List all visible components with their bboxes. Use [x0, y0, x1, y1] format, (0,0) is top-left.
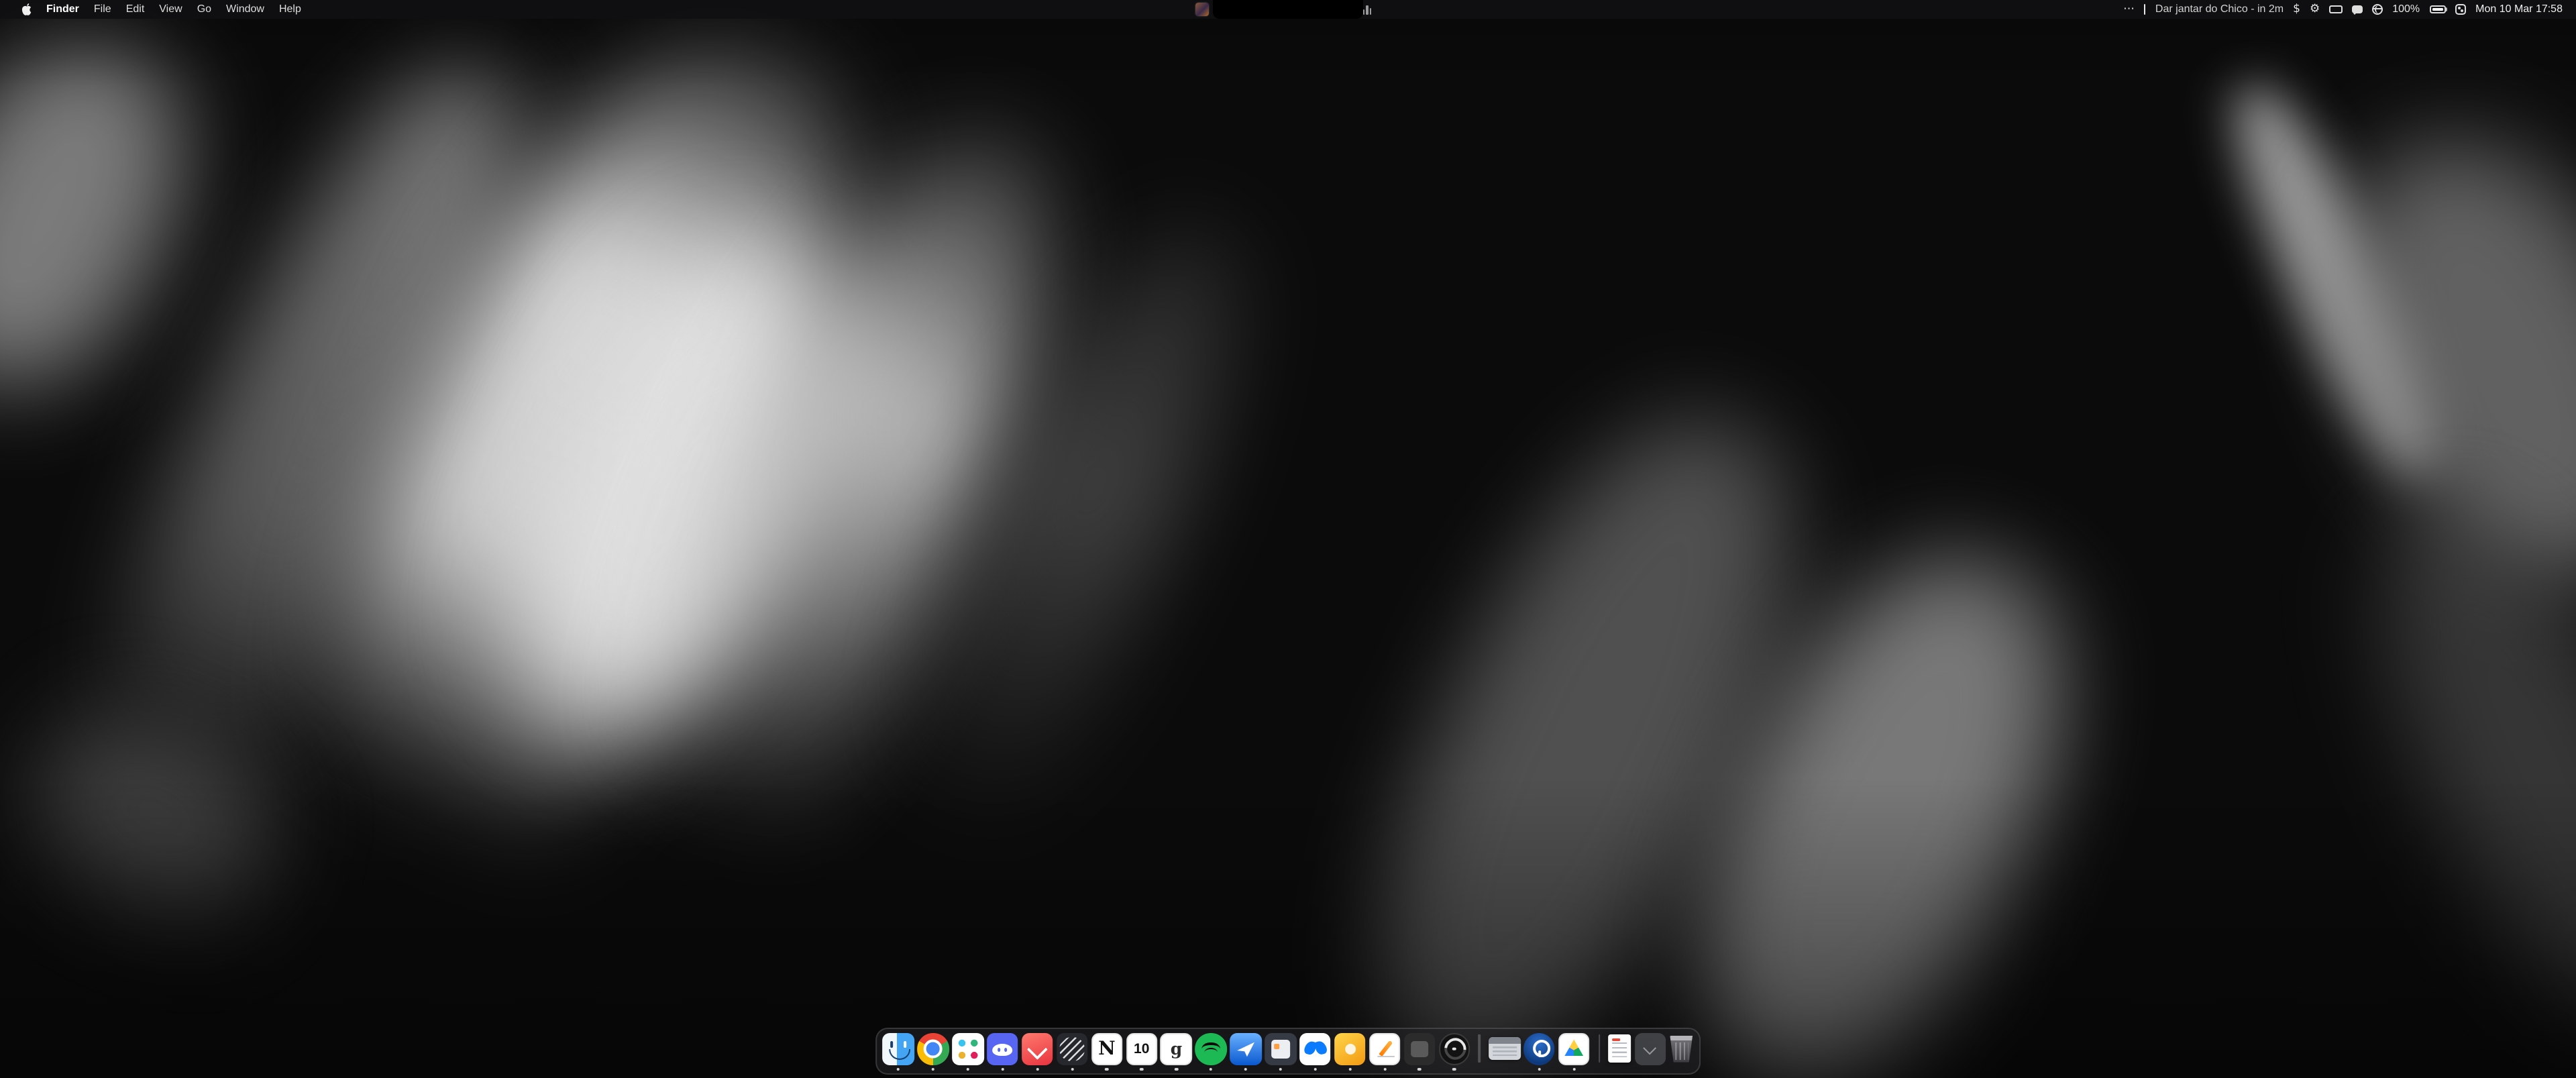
dock: N 10 g — [875, 1027, 1701, 1074]
wallpaper-band — [2326, 473, 2576, 1055]
menu-edit[interactable]: Edit — [119, 0, 152, 18]
menu-bar-clock[interactable]: Mon 10 Mar 17:58 — [2475, 3, 2563, 15]
spotify-icon — [1195, 1033, 1227, 1065]
downloads-icon — [1634, 1033, 1666, 1065]
dock-minimized-window[interactable] — [1489, 1033, 1520, 1065]
bluesky-butterfly-icon — [1299, 1033, 1331, 1065]
dock-app-dark-card[interactable] — [1265, 1033, 1296, 1065]
wallpaper-band — [1637, 509, 2126, 1078]
control-center-icon[interactable] — [2455, 3, 2466, 15]
dock-app-blue-plane[interactable] — [1230, 1033, 1262, 1065]
wallpaper-band — [1310, 368, 1862, 1078]
finder-icon — [883, 1033, 914, 1065]
document-icon — [1609, 1035, 1631, 1063]
dark-app-icon — [1403, 1033, 1435, 1065]
dock-app-finder[interactable] — [883, 1033, 914, 1065]
wallpaper-band — [824, 193, 1294, 924]
menu-go[interactable]: Go — [190, 0, 219, 18]
calendar-day-glyph: 10 — [1134, 1042, 1149, 1056]
battery-icon[interactable] — [2429, 5, 2445, 13]
wallpaper-band — [538, 86, 1123, 965]
menu-app-name[interactable]: Finder — [39, 0, 87, 18]
wallpaper-band — [0, 1, 229, 425]
menu-file[interactable]: File — [87, 0, 119, 18]
dock-app-timer[interactable] — [1438, 1033, 1470, 1065]
screen: Finder File Edit View Go Window Help ⋯ D… — [0, 0, 2576, 1078]
notion-calendar-icon: 10 — [1126, 1033, 1157, 1065]
timer-dial-icon — [1438, 1033, 1470, 1065]
dock-app-slack[interactable] — [952, 1033, 983, 1065]
discord-icon — [987, 1033, 1018, 1065]
dock-app-notion-calendar[interactable]: 10 — [1126, 1033, 1157, 1065]
battery-percent-label: 100% — [2392, 3, 2420, 15]
dock-app-chrome[interactable] — [918, 1033, 949, 1065]
menu-bar-event-text[interactable]: Dar jantar do Chico - in 2m — [2155, 3, 2284, 15]
dock-app-discord[interactable] — [987, 1033, 1018, 1065]
dock-file-document[interactable] — [1609, 1033, 1631, 1065]
apple-menu[interactable] — [13, 0, 39, 18]
wallpaper-band — [466, 218, 898, 769]
display-menu-icon[interactable] — [2329, 5, 2342, 13]
dock-app-1password[interactable] — [1523, 1033, 1555, 1065]
event-color-bar-icon — [2144, 4, 2146, 14]
wallpaper-band — [232, 0, 934, 950]
google-drive-triangle-icon — [1558, 1033, 1590, 1065]
overflow-menu-icon[interactable]: ⋯ — [2123, 3, 2135, 15]
wallpaper-band — [2206, 66, 2467, 491]
desktop-wallpaper[interactable] — [0, 0, 2576, 1078]
dock-app-g[interactable]: g — [1161, 1033, 1192, 1065]
menu-bar: Finder File Edit View Go Window Help ⋯ D… — [0, 0, 2576, 18]
now-playing-album-art[interactable] — [1195, 3, 1209, 16]
dock-separator — [1479, 1035, 1480, 1063]
blue-plane-icon — [1230, 1033, 1262, 1065]
dollar-menu-icon[interactable]: $ — [2293, 3, 2300, 15]
1password-keyhole-icon — [1523, 1033, 1555, 1065]
dock-downloads-stack[interactable] — [1634, 1033, 1666, 1065]
slack-icon — [952, 1033, 983, 1065]
dock-app-spotify[interactable] — [1195, 1033, 1227, 1065]
apple-logo-icon — [21, 3, 32, 15]
camera-notch — [1213, 0, 1363, 18]
dock-app-linear[interactable] — [1057, 1033, 1088, 1065]
dock-separator — [1599, 1035, 1600, 1063]
g-monogram-icon: g — [1161, 1033, 1192, 1065]
raycast-icon — [1022, 1033, 1053, 1065]
menu-bar-status: ⋯ Dar jantar do Chico - in 2m $ ⚙ 100% M… — [2123, 0, 2563, 18]
battery-fill — [2432, 8, 2443, 11]
dock-app-notion[interactable]: N — [1091, 1033, 1122, 1065]
wallpaper-band — [2282, 94, 2576, 629]
notion-icon: N — [1091, 1033, 1122, 1065]
globe-menu-icon[interactable] — [2372, 4, 2383, 15]
g-glyph: g — [1171, 1040, 1183, 1057]
menu-view[interactable]: View — [152, 0, 189, 18]
dock-app-pages[interactable] — [1369, 1033, 1401, 1065]
linear-icon — [1057, 1033, 1088, 1065]
minimized-window-icon — [1489, 1038, 1520, 1061]
dock-trash[interactable] — [1669, 1033, 1693, 1065]
chrome-icon — [918, 1033, 949, 1065]
menu-window[interactable]: Window — [219, 0, 272, 18]
menu-help[interactable]: Help — [272, 0, 309, 18]
chat-bubble-menu-icon[interactable] — [2351, 5, 2363, 13]
trash-icon — [1669, 1036, 1693, 1063]
dock-app-bluesky[interactable] — [1299, 1033, 1331, 1065]
dock-app-dark[interactable] — [1403, 1033, 1435, 1065]
yellow-app-icon — [1334, 1033, 1366, 1065]
wallpaper-band — [27, 27, 582, 892]
menu-bar-left: Finder File Edit View Go Window Help — [13, 0, 309, 18]
pages-pen-icon — [1369, 1033, 1401, 1065]
dock-app-raycast[interactable] — [1022, 1033, 1053, 1065]
dock-app-yellow[interactable] — [1334, 1033, 1366, 1065]
dock-app-google-drive[interactable] — [1558, 1033, 1590, 1065]
gear-menu-icon[interactable]: ⚙ — [2310, 3, 2320, 15]
notion-glyph: N — [1098, 1040, 1116, 1059]
dark-card-icon — [1265, 1033, 1296, 1065]
wallpaper-band — [5, 680, 306, 948]
equalizer-icon[interactable] — [1363, 5, 1371, 14]
